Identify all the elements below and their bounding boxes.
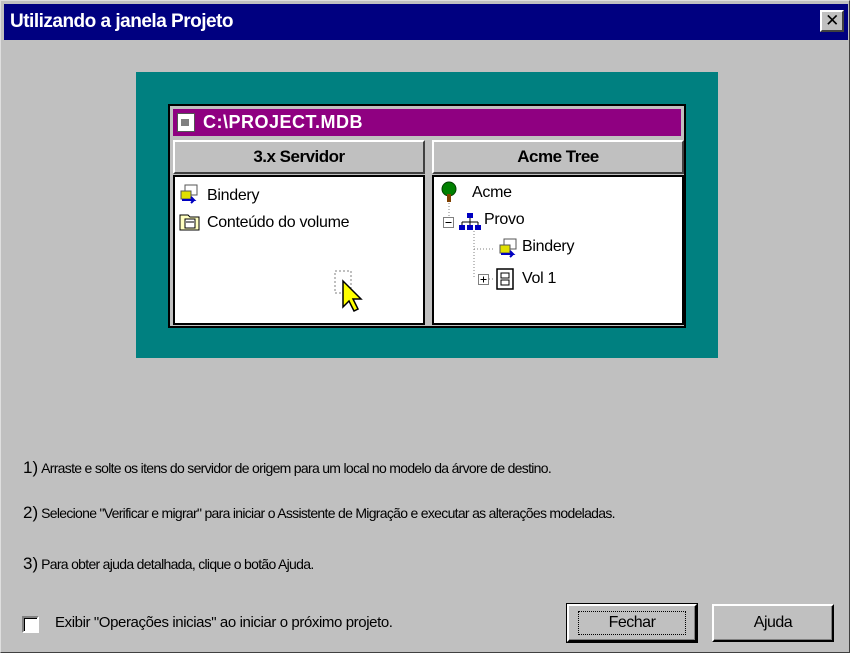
destination-pane-body: Acme Provo Bindery Vol 1 — [432, 175, 684, 325]
source-server-pane: 3.x Servidor Bindery Conteúdo do volume — [173, 140, 425, 325]
instruction-2: 2) Selecione "Verificar e migrar" para in… — [23, 503, 616, 523]
project-window-title: C:\PROJECT.MDB — [203, 112, 364, 132]
organization-icon — [459, 213, 481, 230]
database-icon — [177, 113, 195, 132]
source-item-volume-contents: Conteúdo do volume — [207, 214, 350, 231]
tree-org-provo: Provo — [484, 211, 525, 228]
tree-root-acme: Acme — [472, 184, 512, 201]
help-button[interactable]: Ajuda — [712, 604, 834, 642]
close-button[interactable]: ✕ — [820, 10, 844, 32]
project-window-illustration: C:\PROJECT.MDB 3.x Servidor Bindery Cont… — [168, 104, 686, 328]
tree-icon — [441, 181, 457, 202]
tree-item-bindery: Bindery — [522, 238, 575, 255]
instruction-number: 3) — [23, 554, 39, 573]
startup-checkbox-label[interactable]: Exibir "Operações inicias" ao iniciar o … — [55, 614, 393, 631]
dialog-title: Utilizando a janela Projeto — [10, 11, 234, 32]
instruction-text: Para obter ajuda detalhada, clique o bot… — [41, 556, 314, 572]
expand-icon[interactable] — [478, 274, 489, 285]
bindery-icon — [180, 184, 198, 204]
instruction-number: 1) — [23, 458, 39, 477]
close-button-label: Fechar — [577, 611, 687, 635]
title-bar[interactable]: Utilizando a janela Projeto ✕ — [4, 4, 848, 40]
close-icon: ✕ — [825, 11, 839, 31]
collapse-icon[interactable] — [443, 217, 454, 228]
project-window-titlebar: C:\PROJECT.MDB — [173, 109, 681, 136]
instruction-number: 2) — [23, 503, 39, 522]
drag-cursor-icon — [334, 270, 363, 313]
volume-folder-icon — [179, 214, 200, 231]
instruction-text: Selecione "Verificar e migrar" para inic… — [41, 505, 615, 521]
volume-icon — [496, 268, 514, 290]
dialog-window: Utilizando a janela Projeto ✕ C:\PROJECT… — [0, 0, 850, 653]
bindery-icon — [499, 238, 517, 258]
startup-checkbox[interactable] — [22, 616, 39, 633]
instruction-3: 3) Para obter ajuda detalhada, clique o b… — [23, 554, 314, 574]
tree-item-vol1: Vol 1 — [522, 270, 557, 287]
destination-tree-pane: Acme Tree Acme Provo Bindery Vol 1 — [432, 140, 684, 325]
help-button-label: Ajuda — [753, 614, 793, 631]
illustration-panel: C:\PROJECT.MDB 3.x Servidor Bindery Cont… — [136, 72, 718, 358]
source-pane-header: 3.x Servidor — [173, 140, 425, 174]
source-item-bindery: Bindery — [207, 187, 260, 204]
instruction-1: 1) Arraste e solte os itens do servidor d… — [23, 458, 552, 478]
instruction-text: Arraste e solte os itens do servidor de … — [41, 460, 552, 476]
source-pane-body: Bindery Conteúdo do volume — [173, 175, 425, 325]
close-dialog-button[interactable]: Fechar — [566, 603, 698, 643]
destination-pane-header: Acme Tree — [432, 140, 684, 174]
